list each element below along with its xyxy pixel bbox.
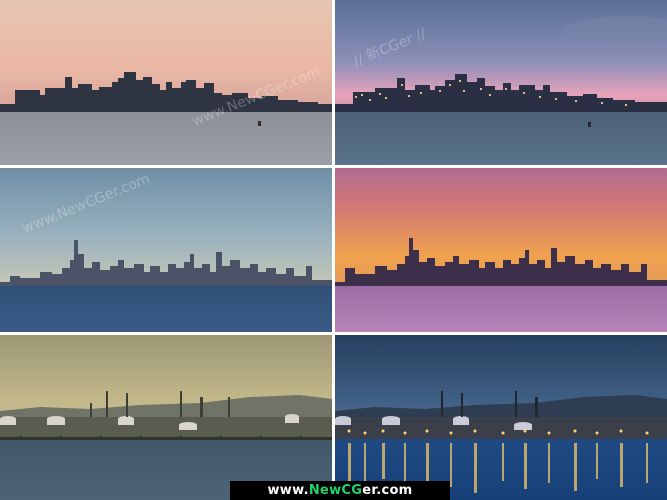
photo-lake-skyline-day bbox=[0, 168, 332, 332]
footer-brand-cg: CG bbox=[341, 483, 363, 498]
photo-industrial-shore-day bbox=[0, 335, 332, 500]
footer-suffix: er.com bbox=[362, 483, 413, 498]
site-watermark-footer: www.NewCGer.com bbox=[230, 481, 450, 500]
photo-industrial-shore-night bbox=[335, 335, 667, 500]
photo-city-skyline-night bbox=[335, 0, 667, 165]
footer-prefix: www. bbox=[267, 483, 309, 498]
photo-lake-skyline-sunset bbox=[335, 168, 667, 332]
photo-grid bbox=[0, 0, 667, 500]
footer-brand-new: New bbox=[308, 483, 342, 498]
